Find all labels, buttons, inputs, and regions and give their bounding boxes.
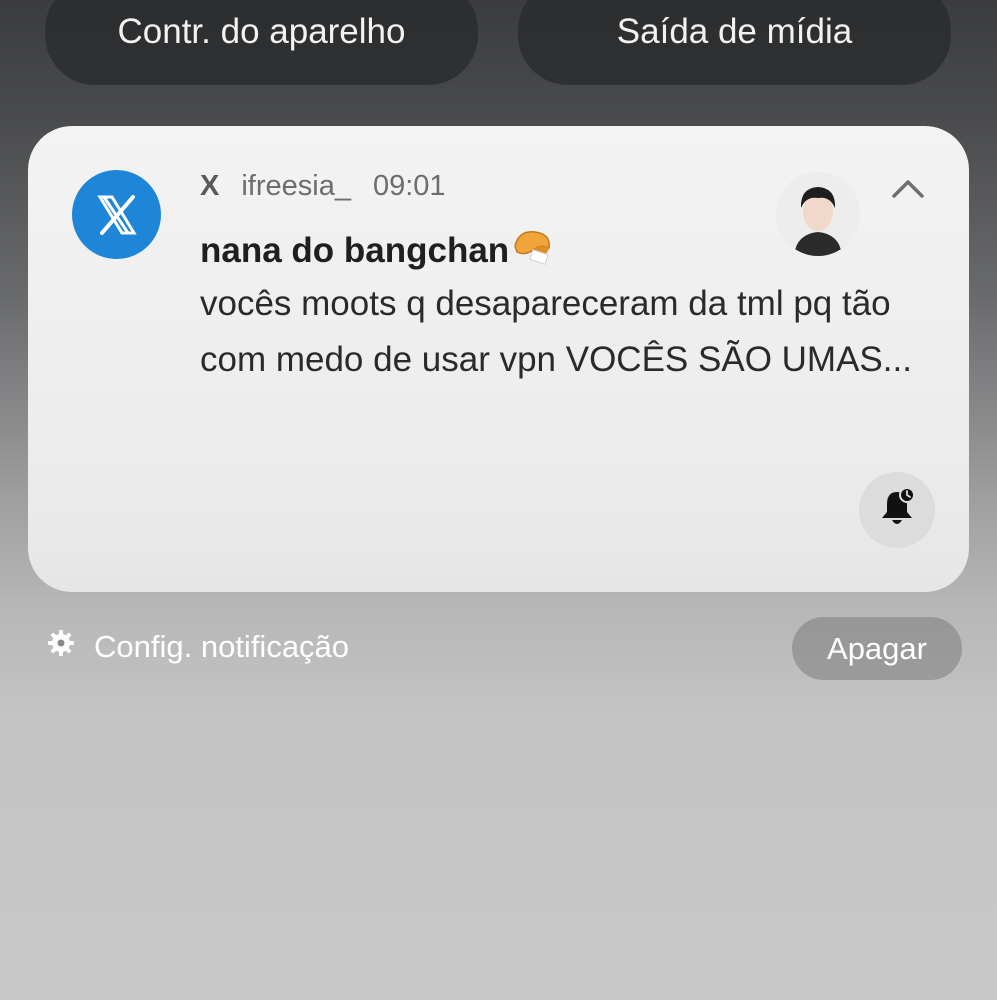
collapse-chevron-icon[interactable] bbox=[890, 176, 926, 200]
timestamp: 09:01 bbox=[372, 170, 446, 202]
fortune-cookie-icon bbox=[511, 226, 555, 275]
notification-settings-link[interactable]: Config. notificação bbox=[46, 628, 349, 666]
gear-icon bbox=[46, 628, 76, 666]
username: ifreesia_ bbox=[241, 170, 351, 202]
device-control-label: Contr. do aparelho bbox=[117, 12, 406, 51]
bell-snooze-icon bbox=[875, 486, 919, 535]
app-name: X bbox=[200, 170, 220, 202]
media-output-label: Saída de mídia bbox=[616, 12, 853, 51]
media-output-button[interactable]: Saída de mídia bbox=[518, 0, 951, 85]
title-text: nana do bangchan bbox=[200, 230, 510, 270]
notification-card[interactable]: X ifreesia_ 09:01 nana do bangchan vocês… bbox=[28, 126, 969, 592]
clear-label: Apagar bbox=[827, 630, 927, 666]
snooze-bell-button[interactable] bbox=[859, 472, 935, 548]
x-app-icon bbox=[72, 170, 161, 259]
notification-title: nana do bangchan bbox=[200, 226, 555, 275]
device-control-button[interactable]: Contr. do aparelho bbox=[45, 0, 478, 85]
clear-button[interactable]: Apagar bbox=[792, 617, 962, 680]
notification-body: vocês moots q desapareceram da tml pq tã… bbox=[200, 284, 912, 379]
avatar bbox=[776, 172, 860, 256]
settings-label: Config. notificação bbox=[94, 629, 350, 664]
notification-meta: X ifreesia_ 09:01 bbox=[200, 170, 446, 203]
